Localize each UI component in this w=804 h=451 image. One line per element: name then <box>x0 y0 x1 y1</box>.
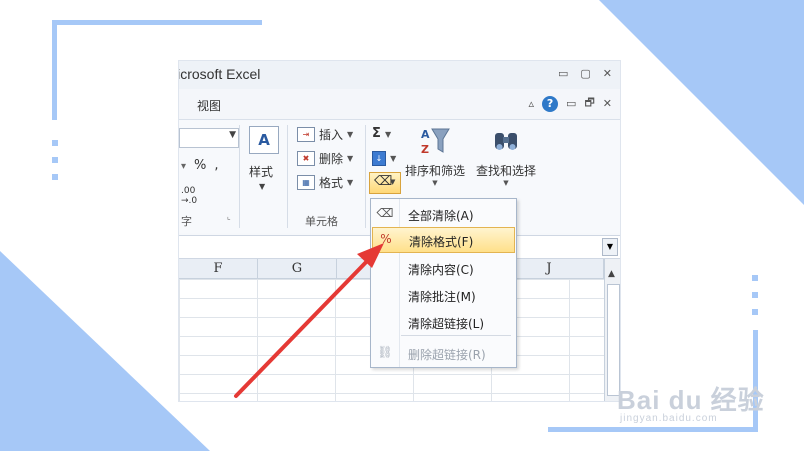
watermark-url: jingyan.baidu.com <box>620 413 718 424</box>
baidu-watermark: Bai du 经验 jingyan.baidu.com <box>617 380 765 424</box>
watermark-brand: Bai du 经验 <box>617 385 765 415</box>
